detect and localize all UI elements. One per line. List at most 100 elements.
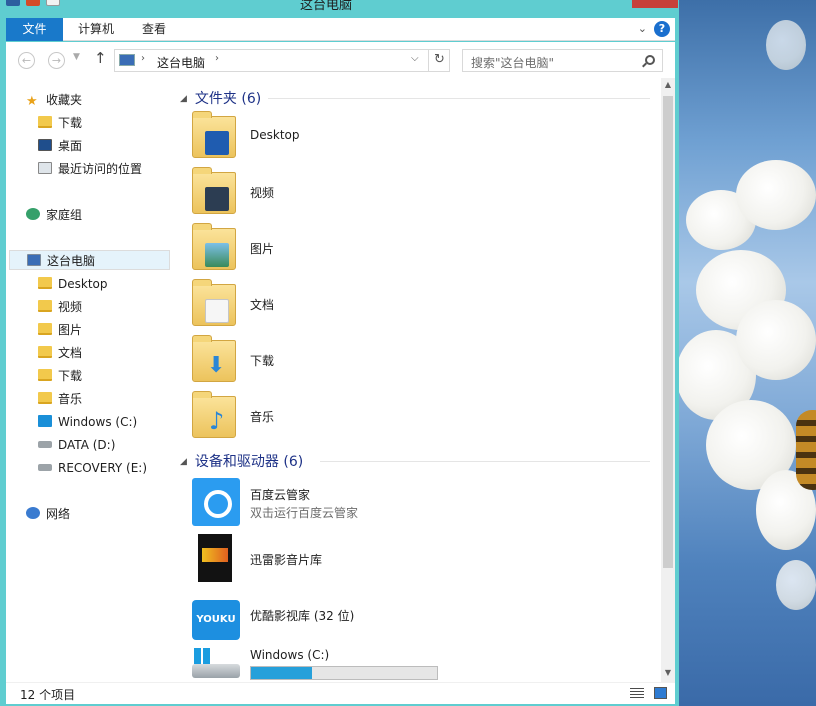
close-button[interactable] <box>632 0 678 8</box>
group-header-devices[interactable]: ◢ 设备和驱动器 (6) <box>180 451 650 473</box>
group-title: 设备和驱动器 (6) <box>194 454 304 470</box>
up-arrow-icon[interactable]: ↑ <box>94 49 107 67</box>
collapse-triangle-icon[interactable]: ◢ <box>180 457 187 467</box>
search-input[interactable]: 搜索"这台电脑" <box>462 49 663 72</box>
music-folder-icon <box>192 391 236 438</box>
document-page-icon <box>205 299 229 323</box>
details-view-icon[interactable] <box>630 688 644 699</box>
explorer-window: 这台电脑 文件 计算机 查看 ⌄ ? ← → ▼ ↑ › 这台电脑 › ⌵ ↻ … <box>0 0 679 706</box>
sidebar-item-pictures[interactable]: 图片 <box>38 320 82 340</box>
properties-icon[interactable] <box>6 0 20 6</box>
tab-computer[interactable]: 计算机 <box>66 18 126 41</box>
sidebar-item-label: 文档 <box>58 346 83 360</box>
search-placeholder: 搜索"这台电脑" <box>471 56 555 70</box>
recent-locations-chevron-icon[interactable]: ▼ <box>73 52 80 62</box>
sidebar-item-this-pc[interactable]: 这台电脑 <box>9 250 170 270</box>
homegroup-icon <box>26 208 40 220</box>
forward-button[interactable]: → <box>48 52 65 69</box>
sidebar-item-label: 桌面 <box>58 139 83 153</box>
item-label: 图片 <box>250 242 275 256</box>
group-header-folders[interactable]: ◢ 文件夹 (6) <box>180 88 650 110</box>
sidebar-item-label: 收藏夹 <box>46 93 83 107</box>
sidebar-item-label: 音乐 <box>58 392 83 406</box>
tab-file[interactable]: 文件 <box>6 18 63 41</box>
sidebar-item-favorites[interactable]: ★ 收藏夹 <box>26 90 82 110</box>
sidebar-item-drive-c[interactable]: Windows (C:) <box>38 412 137 432</box>
youku-icon: YOUKU <box>192 600 240 640</box>
sidebar-item-documents[interactable]: 文档 <box>38 343 82 363</box>
group-title: 文件夹 (6) <box>194 91 262 107</box>
address-input[interactable]: › 这台电脑 › ⌵ ↻ <box>114 49 450 72</box>
search-icon[interactable] <box>645 55 655 65</box>
edit-icon[interactable] <box>26 0 40 6</box>
sidebar-item-desktop-folder[interactable]: Desktop <box>38 274 108 294</box>
sidebar-item-drive-e[interactable]: RECOVERY (E:) <box>38 458 147 478</box>
drive-usage-fill <box>251 667 313 679</box>
sidebar-item-videos[interactable]: 视频 <box>38 297 82 317</box>
videos-folder-icon <box>38 300 52 312</box>
items-view: ◢ 文件夹 (6) Desktop 视频 图片 文档 下载 <box>172 78 661 682</box>
pictures-folder-icon <box>38 323 52 335</box>
baidu-cloud-icon <box>192 478 240 526</box>
sidebar-item-downloads[interactable]: 下载 <box>38 113 82 133</box>
landscape-photo-icon <box>205 243 229 267</box>
pictures-folder-icon <box>192 223 236 270</box>
address-bar: ← → ▼ ↑ › 这台电脑 › ⌵ ↻ 搜索"这台电脑" <box>6 42 675 78</box>
group-divider <box>320 461 650 462</box>
documents-folder-icon <box>192 279 236 326</box>
videos-folder-icon <box>192 167 236 214</box>
item-label: Windows (C:) <box>250 648 330 662</box>
sidebar-item-label: 最近访问的位置 <box>58 162 143 176</box>
back-button[interactable]: ← <box>18 52 35 69</box>
download-arrow-icon <box>205 353 229 379</box>
sidebar-item-music[interactable]: 音乐 <box>38 389 82 409</box>
sidebar-item-label: 家庭组 <box>46 208 83 222</box>
downloads-folder-icon <box>38 369 52 381</box>
collapse-triangle-icon[interactable]: ◢ <box>180 94 187 104</box>
tab-view[interactable]: 查看 <box>130 18 178 41</box>
status-bar: 12 个项目 <box>6 682 675 704</box>
address-history-chevron-icon[interactable]: ⌵ <box>411 53 419 64</box>
sidebar-item-drive-d[interactable]: DATA (D:) <box>38 435 115 455</box>
music-note-icon <box>205 407 229 435</box>
new-folder-icon[interactable] <box>46 0 60 6</box>
quick-access-toolbar <box>6 0 60 6</box>
scroll-up-arrow-icon[interactable]: ▲ <box>661 78 675 92</box>
music-folder-icon <box>38 392 52 404</box>
sidebar-item-label: 下载 <box>58 116 83 130</box>
folder-icon <box>38 277 52 289</box>
breadcrumb-this-pc[interactable]: 这台电脑 <box>157 54 205 71</box>
vertical-scrollbar[interactable]: ▲ ▼ <box>661 78 675 682</box>
sidebar-item-label: 这台电脑 <box>47 254 96 268</box>
hard-drive-icon <box>192 664 240 678</box>
item-subtitle: 双击运行百度云管家 <box>250 506 359 520</box>
sidebar-item-downloads-pc[interactable]: 下载 <box>38 366 82 386</box>
computer-icon <box>119 54 135 66</box>
sidebar-item-network[interactable]: 网络 <box>26 504 70 524</box>
drive-usage-bar <box>250 666 438 680</box>
content-area: ★ 收藏夹 下载 桌面 最近访问的位置 家庭组 这台电脑 Desktop 视频 图… <box>6 78 675 682</box>
downloads-folder-icon <box>38 116 52 128</box>
sidebar-item-recent-places[interactable]: 最近访问的位置 <box>38 159 142 179</box>
refresh-button[interactable]: ↻ <box>428 49 450 72</box>
sidebar-item-label: 网络 <box>46 507 71 521</box>
sidebar-item-desktop[interactable]: 桌面 <box>38 136 82 156</box>
folder-icon <box>192 111 236 158</box>
breadcrumb-separator-icon[interactable]: › <box>215 53 219 64</box>
sidebar-item-label: Desktop <box>58 277 108 291</box>
expand-ribbon-chevron-icon[interactable]: ⌄ <box>638 22 647 35</box>
item-label: 视频 <box>250 186 275 200</box>
scroll-down-arrow-icon[interactable]: ▼ <box>661 666 675 680</box>
sidebar-item-label: RECOVERY (E:) <box>58 461 148 475</box>
breadcrumb-separator-icon[interactable]: › <box>141 53 145 64</box>
sidebar-item-homegroup[interactable]: 家庭组 <box>26 205 82 225</box>
computer-icon <box>27 254 41 266</box>
window-title: 这台电脑 <box>300 0 353 13</box>
windows-drive-icon <box>38 415 52 427</box>
help-icon[interactable]: ? <box>654 21 670 37</box>
large-icons-view-icon[interactable] <box>654 687 667 699</box>
star-icon: ★ <box>26 94 38 109</box>
sidebar-item-label: 图片 <box>58 323 83 337</box>
recent-places-icon <box>38 162 52 174</box>
scrollbar-thumb[interactable] <box>663 96 673 568</box>
